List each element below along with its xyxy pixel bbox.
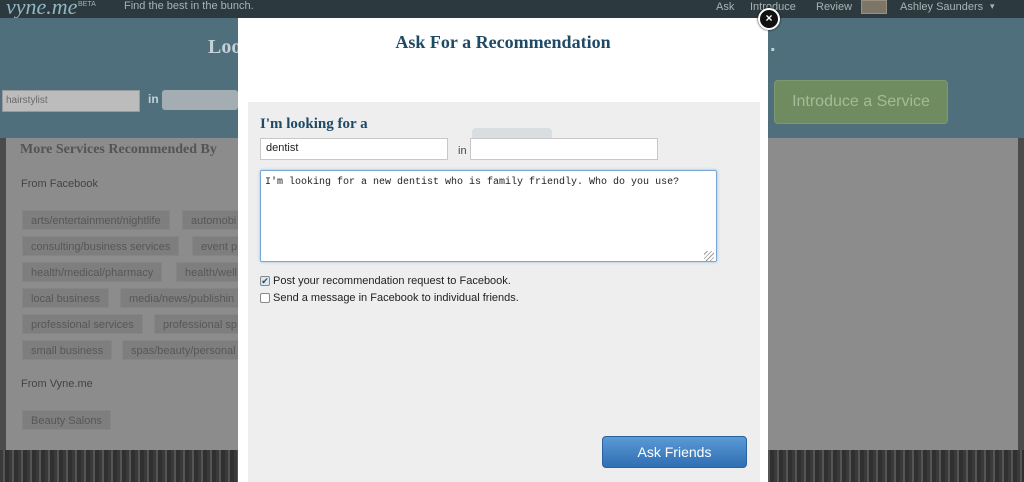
close-icon[interactable]: × [758, 8, 780, 30]
post-to-facebook-checkbox[interactable]: ✔ [260, 276, 270, 286]
message-textarea[interactable]: I'm looking for a new dentist who is fam… [260, 170, 717, 262]
top-bar: vyne.me BETA Find the best in the bunch.… [0, 0, 1024, 20]
send-message-label: Send a message in Facebook to individual… [273, 292, 519, 304]
post-to-facebook-row[interactable]: ✔ Post your recommendation request to Fa… [260, 275, 511, 287]
tag-spas[interactable]: spas/beauty/personal [122, 340, 245, 360]
location-input[interactable] [470, 138, 658, 160]
from-facebook-label: From Facebook [21, 178, 99, 190]
tag-professional-sp[interactable]: professional sp [154, 314, 246, 334]
logo[interactable]: vyne.me [6, 0, 77, 20]
tag-health-medical[interactable]: health/medical/pharmacy [22, 262, 163, 282]
beta-badge: BETA [78, 1, 96, 8]
nav-review[interactable]: Review [816, 1, 852, 13]
nav-ask[interactable]: Ask [716, 1, 734, 13]
introduce-service-button[interactable]: Introduce a Service [774, 80, 948, 124]
in-label: in [458, 145, 467, 157]
from-vyne-label: From Vyne.me [21, 378, 93, 390]
ask-friends-button[interactable]: Ask Friends [602, 436, 747, 468]
modal-form: I'm looking for a dentist in I'm looking… [248, 102, 760, 482]
hero-title-end: . [770, 34, 776, 56]
send-message-checkbox[interactable] [260, 293, 270, 303]
user-avatar[interactable] [861, 0, 887, 14]
send-message-row[interactable]: Send a message in Facebook to individual… [260, 292, 519, 304]
chevron-down-icon[interactable]: ▾ [990, 1, 995, 12]
tag-local-business[interactable]: local business [22, 288, 110, 308]
tag-health-wellness[interactable]: health/well [176, 262, 246, 282]
post-to-facebook-label: Post your recommendation request to Face… [273, 275, 511, 287]
tag-small-business[interactable]: small business [22, 340, 113, 360]
recommendation-modal: Ask For a Recommendation I'm looking for… [238, 18, 768, 482]
tag-professional-services[interactable]: professional services [22, 314, 143, 334]
services-title: More Services Recommended By [20, 142, 217, 157]
modal-title: Ask For a Recommendation [395, 32, 611, 52]
location-input[interactable] [162, 90, 238, 110]
tag-consulting[interactable]: consulting/business services [22, 236, 180, 256]
user-name[interactable]: Ashley Saunders [900, 1, 983, 13]
tag-beauty-salons[interactable]: Beauty Salons [22, 410, 111, 430]
tagline: Find the best in the bunch. [124, 0, 254, 12]
resize-grip-icon[interactable] [704, 251, 714, 261]
tag-automobiles[interactable]: automobi [182, 210, 246, 230]
in-label: in [148, 92, 159, 106]
search-input[interactable]: hairstylist [2, 90, 140, 112]
service-input[interactable]: dentist [260, 138, 448, 160]
tag-arts[interactable]: arts/entertainment/nightlife [22, 210, 170, 230]
tag-media[interactable]: media/news/publishin [120, 288, 244, 308]
hero-title: Loo [208, 36, 242, 58]
looking-for-label: I'm looking for a [260, 116, 368, 132]
